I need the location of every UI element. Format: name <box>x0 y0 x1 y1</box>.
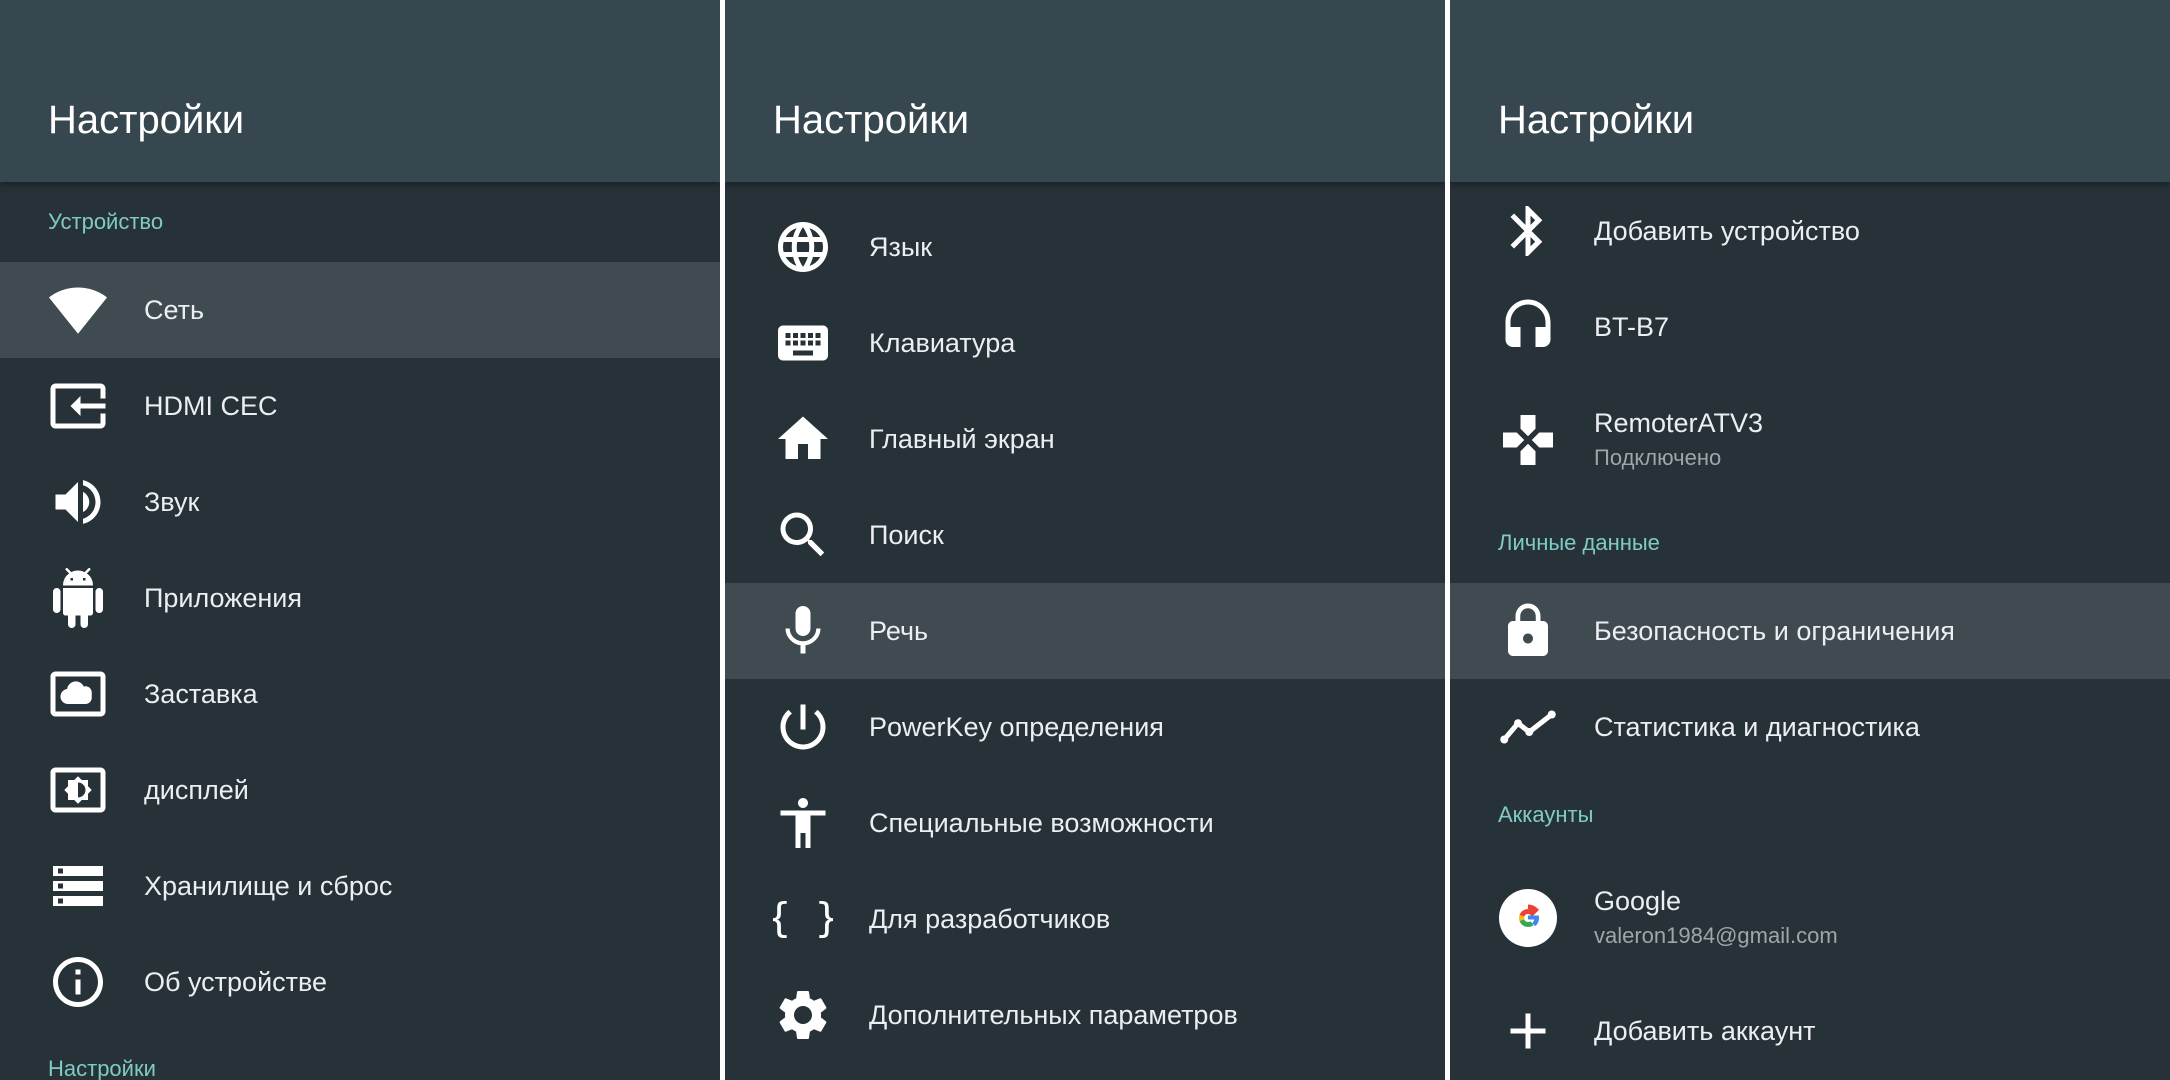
menu-item-hdmi-cec[interactable]: HDMI CEC <box>0 358 720 454</box>
panel-header: Настройки <box>725 0 1445 182</box>
account-email: valeron1984@gmail.com <box>1594 923 1838 948</box>
screensaver-icon <box>48 664 108 724</box>
menu-item-google-account[interactable]: Google valeron1984@gmail.com <box>1450 870 2170 966</box>
settings-panel-remotes-accounts: Настройки Добавить устройство BT-B7 Remo… <box>1450 0 2170 1080</box>
panel-header: Настройки <box>0 0 720 182</box>
menu-item-label: BT-B7 <box>1594 312 1670 342</box>
gamepad-icon <box>1498 410 1558 470</box>
settings-panel-device: Настройки Устройство Сеть HDMI CEC Звук <box>0 0 720 1080</box>
menu-item-security[interactable]: Безопасность и ограничения <box>1450 583 2170 679</box>
menu-item-label: Приложения <box>144 583 302 613</box>
menu-item-label: Речь <box>869 616 929 646</box>
lock-icon <box>1498 601 1558 661</box>
menu-item-display[interactable]: дисплей <box>0 742 720 838</box>
menu-item-storage-reset[interactable]: Хранилище и сброс <box>0 838 720 934</box>
menu-item-keyboard[interactable]: Клавиатура <box>725 295 1445 391</box>
menu-item-label: Добавить аккаунт <box>1594 1016 1816 1046</box>
menu-item-label: Звук <box>144 487 200 517</box>
menu-item-remoteratv3[interactable]: RemoterATV3 Подключено <box>1450 392 2170 488</box>
section-header-accounts: Аккаунты <box>1498 802 1594 827</box>
mic-icon <box>773 601 833 661</box>
menu-item-screensaver[interactable]: Заставка <box>0 646 720 742</box>
page-title: Настройки <box>48 98 245 142</box>
menu-item-label: Добавить устройство <box>1594 216 1860 246</box>
menu-item-label: Хранилище и сброс <box>144 871 393 901</box>
menu-item-statistics[interactable]: Статистика и диагностика <box>1450 679 2170 775</box>
menu-item-sound[interactable]: Звук <box>0 454 720 550</box>
menu-item-label: Поиск <box>869 520 944 550</box>
menu-item-label: Язык <box>869 232 933 262</box>
menu-item-label: Главный экран <box>869 424 1055 454</box>
menu-item-label: дисплей <box>144 775 249 805</box>
menu-item-add-account[interactable]: Добавить аккаунт <box>1450 983 2170 1079</box>
menu-item-label: HDMI CEC <box>144 391 278 421</box>
volume-icon <box>48 472 108 532</box>
menu-item-label: Клавиатура <box>869 328 1016 358</box>
menu-item-language[interactable]: Язык <box>725 199 1445 295</box>
menu-item-add-device[interactable]: Добавить устройство <box>1450 183 2170 279</box>
menu-item-label: Google <box>1594 886 1682 916</box>
keyboard-icon <box>773 313 833 373</box>
plus-icon <box>1498 1001 1558 1061</box>
accessibility-icon <box>773 793 833 853</box>
section-header-personal: Личные данные <box>1498 530 1660 555</box>
gear-icon <box>773 985 833 1045</box>
google-icon <box>1498 888 1558 948</box>
menu-item-label: Безопасность и ограничения <box>1594 616 1955 646</box>
braces-icon: { } <box>773 889 833 949</box>
menu-item-developer[interactable]: { } Для разработчиков <box>725 871 1445 967</box>
menu-item-label: Об устройстве <box>144 967 328 997</box>
storage-icon <box>48 856 108 916</box>
svg-text:{ }: { } <box>773 896 833 942</box>
menu-item-label: Заставка <box>144 679 258 709</box>
menu-item-advanced[interactable]: Дополнительных параметров <box>725 967 1445 1063</box>
menu-item-label: Статистика и диагностика <box>1594 712 1920 742</box>
menu-item-about[interactable]: Об устройстве <box>0 934 720 1030</box>
menu-item-powerkey[interactable]: PowerKey определения <box>725 679 1445 775</box>
menu-item-label: Специальные возможности <box>869 808 1214 838</box>
wifi-icon <box>48 280 108 340</box>
stats-icon <box>1498 697 1558 757</box>
menu-item-label: Сеть <box>144 295 205 325</box>
power-icon <box>773 697 833 757</box>
section-header-settings: Настройки <box>48 1056 156 1080</box>
connection-status: Подключено <box>1594 445 1722 470</box>
menu-item-apps[interactable]: Приложения <box>0 550 720 646</box>
menu-item-label: RemoterATV3 <box>1594 408 1764 438</box>
page-title: Настройки <box>773 98 970 142</box>
home-icon <box>773 409 833 469</box>
menu-item-label: Для разработчиков <box>869 904 1111 934</box>
settings-panel-preferences: Настройки Язык Клавиатура Главный экран <box>725 0 1445 1080</box>
headphones-icon <box>1498 297 1558 357</box>
menu-item-bt-b7[interactable]: BT-B7 <box>1450 279 2170 375</box>
globe-icon <box>773 217 833 277</box>
input-icon <box>48 376 108 436</box>
android-icon <box>48 568 108 628</box>
bluetooth-icon <box>1498 201 1558 261</box>
menu-item-search[interactable]: Поиск <box>725 487 1445 583</box>
info-icon <box>48 952 108 1012</box>
menu-item-home-screen[interactable]: Главный экран <box>725 391 1445 487</box>
menu-item-network[interactable]: Сеть <box>0 262 720 358</box>
page-title: Настройки <box>1498 98 1695 142</box>
display-brightness-icon <box>48 760 108 820</box>
search-icon <box>773 505 833 565</box>
menu-item-label: Дополнительных параметров <box>869 1000 1238 1030</box>
panel-header: Настройки <box>1450 0 2170 182</box>
section-header-device: Устройство <box>48 209 164 234</box>
menu-item-speech[interactable]: Речь <box>725 583 1445 679</box>
menu-item-label: PowerKey определения <box>869 712 1164 742</box>
settings-screen: Настройки Устройство Сеть HDMI CEC Звук <box>0 0 2170 1080</box>
menu-item-accessibility[interactable]: Специальные возможности <box>725 775 1445 871</box>
